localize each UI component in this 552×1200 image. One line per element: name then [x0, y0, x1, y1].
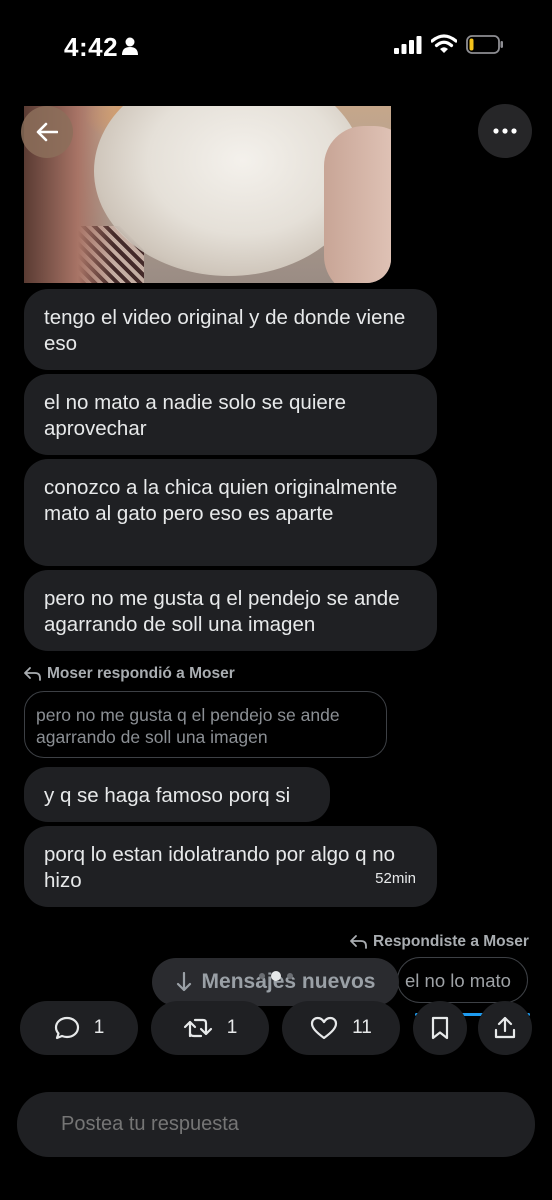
- bookmark-icon: [431, 1016, 449, 1040]
- more-options-button[interactable]: [478, 104, 532, 158]
- new-messages-button[interactable]: Mensajes nuevos: [152, 958, 399, 1006]
- reply-input[interactable]: [17, 1092, 535, 1157]
- like-button[interactable]: 11: [282, 1001, 400, 1055]
- reply-arrow-icon: [350, 935, 367, 949]
- share-button[interactable]: [478, 1001, 532, 1055]
- arrow-left-icon: [36, 122, 58, 142]
- message-bubble[interactable]: tengo el video original y de donde viene…: [24, 289, 437, 370]
- own-message-bubble[interactable]: el no lo mato: [397, 957, 528, 1003]
- media-image[interactable]: [24, 106, 391, 283]
- arrow-down-icon: [176, 972, 191, 992]
- message-text: porq lo estan idolatrando por algo q no …: [44, 843, 396, 892]
- message-bubble[interactable]: el no mato a nadie solo se quiere aprove…: [24, 374, 437, 455]
- image-detail: [324, 126, 391, 283]
- reply-context-label: Respondiste a Moser: [373, 933, 529, 950]
- wifi-icon: [431, 34, 457, 53]
- reply-context-label: Moser respondió a Moser: [47, 665, 235, 682]
- page-indicator: [259, 971, 293, 981]
- reply-icon: [54, 1016, 79, 1040]
- repost-count: 1: [226, 1017, 238, 1038]
- reply-button[interactable]: 1: [20, 1001, 138, 1055]
- status-time: 4:42: [64, 32, 119, 62]
- back-button[interactable]: [21, 106, 73, 158]
- bookmark-button[interactable]: [413, 1001, 467, 1055]
- reply-count: 1: [93, 1017, 105, 1038]
- reply-arrow-icon: [24, 667, 41, 681]
- message-bubble[interactable]: porq lo estan idolatrando por algo q no …: [24, 826, 437, 907]
- repost-icon: [183, 1018, 212, 1038]
- heart-icon: [311, 1016, 338, 1040]
- person-icon: [122, 37, 138, 55]
- battery-icon: [466, 35, 503, 54]
- more-icon: [493, 128, 517, 134]
- signal-icon: [394, 36, 422, 54]
- status-bar: 4:42: [0, 0, 552, 95]
- reply-context: Respondiste a Moser: [350, 933, 529, 951]
- share-icon: [494, 1016, 516, 1039]
- message-timestamp: 52min: [375, 870, 416, 887]
- message-bubble[interactable]: y q se haga famoso porq si: [24, 767, 330, 822]
- like-count: 11: [352, 1017, 372, 1038]
- quoted-message[interactable]: pero no me gusta q el pendejo se ande ag…: [24, 691, 387, 758]
- reply-context: Moser respondió a Moser: [24, 665, 235, 683]
- message-bubble[interactable]: pero no me gusta q el pendejo se ande ag…: [24, 570, 437, 651]
- repost-button[interactable]: 1: [151, 1001, 269, 1055]
- message-bubble[interactable]: conozco a la chica quien originalmente m…: [24, 459, 437, 566]
